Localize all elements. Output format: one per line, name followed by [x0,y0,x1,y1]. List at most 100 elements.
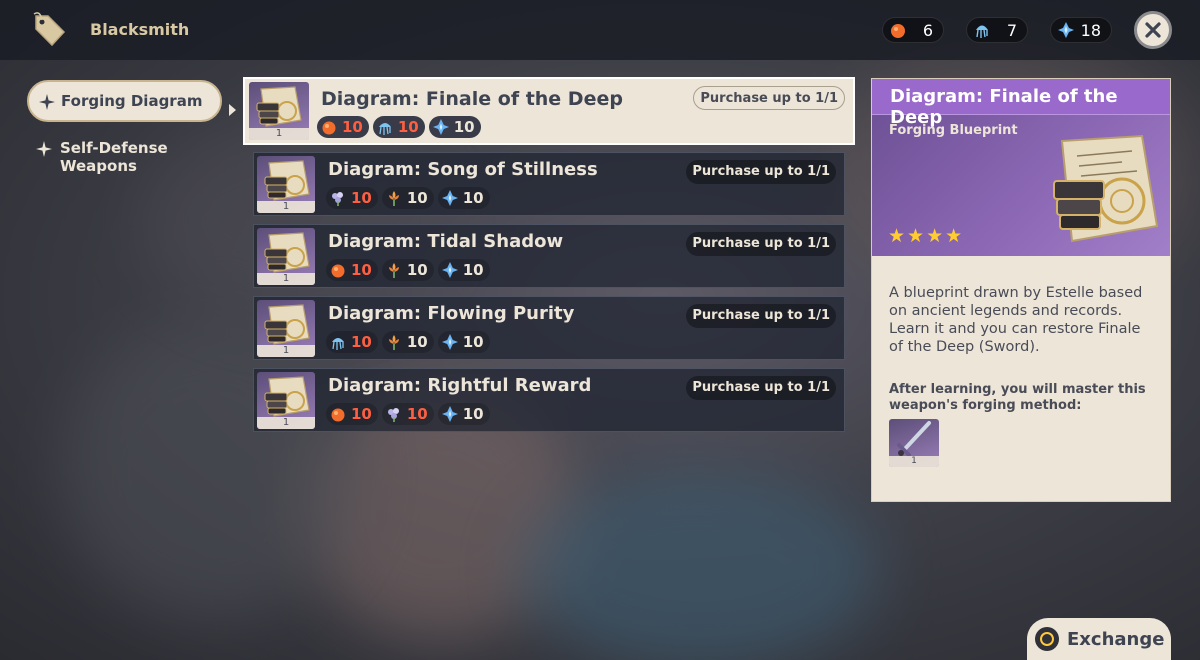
confirm-ring-icon [1035,627,1059,651]
star-icon: ★ [926,225,944,247]
cost-value: 10 [406,333,428,351]
blueprint-scroll-icon [264,304,310,345]
item-quantity: 1 [257,345,315,357]
cost-list: 10 10 10 [317,116,481,138]
four-point-star-icon [39,94,55,110]
blue-crystal-icon [432,119,449,135]
cost-chip: 10 [326,403,378,425]
purchase-limit-badge: Purchase up to 1/1 [686,376,836,400]
rarity-stars: ★ ★ ★ ★ [888,227,962,246]
category-self-defense-weapons[interactable]: Self-Defense Weapons [36,139,216,179]
item-thumbnail: 1 [257,300,315,357]
category-label: Forging Diagram [61,92,203,110]
diagram-list-item[interactable]: 1 Diagram: Song of Stillness Purchase up t… [253,152,845,216]
item-title: Diagram: Rightful Reward [328,375,592,396]
blue-crystal-icon [441,406,458,422]
cost-chip: 10 [428,116,481,138]
item-title: Diagram: Song of Stillness [328,159,598,180]
currency-blue-crystal: 18 [1050,17,1112,43]
top-bar: Blacksmith 6 7 18 [0,0,1200,60]
blue-jellyfish-icon [976,25,988,38]
detail-header: Diagram: Finale of the Deep Forging Blue… [872,79,1170,256]
exchange-label: Exchange [1067,628,1165,650]
cost-value: 10 [462,261,484,279]
cost-chip: 10 [326,187,378,209]
cost-value: 10 [462,189,484,207]
star-icon: ★ [907,225,925,247]
orange-flower-icon [388,191,399,206]
flower-cluster-icon [387,408,399,422]
blueprint-scroll-icon [264,376,310,417]
orange-flower-icon [388,335,399,350]
cost-chip: 10 [437,403,490,425]
orange-fruit-icon [322,121,336,135]
diagram-list-item[interactable]: 1 Diagram: Rightful Reward Purchase up to … [253,368,845,432]
currency-orange-fruit: 6 [882,17,944,43]
category-forging-diagram[interactable]: Forging Diagram [27,80,222,122]
item-title: Diagram: Finale of the Deep [321,88,623,110]
detail-item-type: Forging Blueprint [889,123,1018,138]
diagram-list-item[interactable]: 1 Diagram: Tidal Shadow Purchase up to 1/1… [253,224,845,288]
cost-value: 10 [351,189,372,207]
item-thumbnail: 1 [257,156,315,213]
detail-after-learning: After learning, you will master this wea… [889,382,1146,413]
detail-titlebar: Diagram: Finale of the Deep [872,79,1170,128]
cost-list: 10 10 10 [326,187,490,209]
purchase-limit-badge: Purchase up to 1/1 [686,232,836,256]
item-title: Diagram: Flowing Purity [328,303,575,324]
diagram-list-item[interactable]: 1 Diagram: Flowing Purity Purchase up to 1… [253,296,845,360]
item-quantity: 1 [257,273,315,285]
close-icon [1145,22,1161,38]
item-title: Diagram: Tidal Shadow [328,231,564,252]
sword-icon [897,421,931,457]
orange-fruit-icon [891,24,905,38]
blue-jellyfish-icon [378,123,391,135]
exchange-button[interactable]: Exchange [1027,618,1171,660]
close-button[interactable] [1134,11,1172,49]
orange-fruit-icon [331,408,345,422]
cost-chip: 10 [317,116,369,138]
cost-value: 10 [462,405,484,423]
item-thumbnail: 1 [257,372,315,429]
cost-list: 10 10 10 [326,403,490,425]
cost-value: 10 [351,333,372,351]
star-icon: ★ [888,225,906,247]
star-icon: ★ [945,225,963,247]
cost-value: 10 [351,405,372,423]
background-blur [520,470,880,660]
blue-crystal-icon [441,334,458,350]
selection-arrow-icon [229,104,236,116]
weapon-thumbnail[interactable]: 1 [889,419,939,467]
purchase-limit-badge: Purchase up to 1/1 [686,304,836,328]
item-thumbnail: 1 [249,82,309,140]
detail-description: A blueprint drawn by Estelle based on an… [889,285,1143,355]
item-quantity: 1 [257,417,315,429]
item-quantity: 1 [249,128,309,140]
weapon-quantity: 1 [889,456,939,467]
cost-list: 10 10 10 [326,259,490,281]
detail-title: Diagram: Finale of the Deep [890,86,1118,128]
cost-chip: 10 [381,187,434,209]
cost-value: 10 [351,261,372,279]
cost-value: 10 [406,261,428,279]
blue-jellyfish-icon [332,338,344,350]
cost-chip: 10 [372,116,425,138]
shop-tag-icon [33,12,66,47]
blueprint-scroll-icon [264,160,310,201]
category-label: Self-Defense Weapons [60,139,168,175]
blueprint-scroll-icon [1053,134,1159,243]
purchase-limit-badge: Purchase up to 1/1 [693,86,845,110]
cost-value: 10 [397,118,419,136]
cost-chip: 10 [381,331,434,353]
cost-list: 10 10 10 [326,331,490,353]
blueprint-scroll-icon [256,86,302,127]
diagram-list-item[interactable]: 1 Diagram: Finale of the Deep Purchase up … [243,77,855,145]
cost-chip: 10 [437,259,490,281]
item-thumbnail: 1 [257,228,315,285]
blueprint-scroll-icon [264,232,310,273]
item-quantity: 1 [257,201,315,213]
blue-crystal-icon [441,262,458,278]
background-blur [60,320,360,620]
four-point-star-icon [36,141,52,157]
purchase-limit-badge: Purchase up to 1/1 [686,160,836,184]
